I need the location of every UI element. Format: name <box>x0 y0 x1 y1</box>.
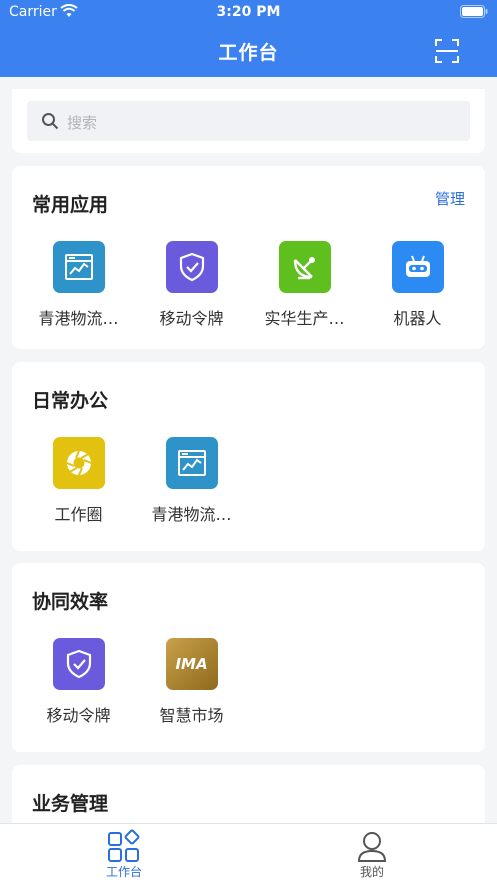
robot-icon <box>391 241 444 293</box>
status-time: 3:20 PM <box>216 4 281 20</box>
aperture-icon <box>52 437 105 489</box>
person-icon <box>357 832 387 862</box>
chart-window-icon <box>165 437 218 489</box>
search-icon <box>42 113 59 130</box>
section-common-apps: 常用应用 管理 青港物流… 移动令牌 实华生产… 机器人 <box>12 166 485 349</box>
app-header: Carrier 3:20 PM 工作台 <box>0 0 497 77</box>
app-qinggang-logistics[interactable]: 青港物流… <box>135 437 248 525</box>
ima-logo-icon: IMA <box>165 638 218 690</box>
tab-label: 工作台 <box>105 865 142 879</box>
chart-window-icon <box>52 241 105 293</box>
satellite-dish-icon <box>278 241 331 293</box>
app-label: 工作圈 <box>54 505 103 524</box>
app-qinggang-logistics[interactable]: 青港物流… <box>22 241 135 329</box>
tab-workbench[interactable]: 工作台 <box>0 824 248 883</box>
search-input[interactable]: 搜索 <box>27 101 470 141</box>
tab-label: 我的 <box>359 865 384 879</box>
app-work-circle[interactable]: 工作圈 <box>22 437 135 525</box>
manage-button[interactable]: 管理 <box>435 188 465 209</box>
app-robot[interactable]: 机器人 <box>361 241 474 329</box>
section-title: 业务管理 <box>32 793 109 815</box>
app-label: 青港物流… <box>151 505 232 524</box>
section-daily-office: 日常办公 工作圈 青港物流… <box>12 362 485 551</box>
scan-icon[interactable] <box>434 38 460 64</box>
section-title: 常用应用 <box>32 194 109 216</box>
search-card: 搜索 <box>12 89 485 153</box>
battery-icon <box>460 5 488 18</box>
shield-check-icon <box>52 638 105 690</box>
section-title: 日常办公 <box>32 390 109 412</box>
search-placeholder: 搜索 <box>67 114 98 132</box>
app-label: 移动令牌 <box>159 309 224 328</box>
app-label: 青港物流… <box>38 309 119 328</box>
ima-logo-text: IMA <box>175 655 208 673</box>
tab-mine[interactable]: 我的 <box>248 824 496 883</box>
app-shihua-production[interactable]: 实华生产… <box>248 241 361 329</box>
section-collaboration: 协同效率 移动令牌 IMA 智慧市场 <box>12 563 485 752</box>
grid-diamond-icon <box>108 829 140 862</box>
app-label: 智慧市场 <box>159 706 224 725</box>
section-title: 协同效率 <box>32 591 109 613</box>
app-label: 移动令牌 <box>46 706 111 725</box>
section-business-management: 业务管理 <box>12 765 485 823</box>
status-bar: Carrier 3:20 PM <box>0 0 497 26</box>
app-mobile-token[interactable]: 移动令牌 <box>135 241 248 329</box>
app-label: 机器人 <box>393 309 442 328</box>
app-smart-market[interactable]: IMA 智慧市场 <box>135 638 248 726</box>
page-title: 工作台 <box>218 42 279 64</box>
app-mobile-token[interactable]: 移动令牌 <box>22 638 135 726</box>
bottom-tab-bar: 工作台 我的 <box>0 823 497 883</box>
workbench-content[interactable]: 搜索 常用应用 管理 青港物流… 移动令牌 实华生产… 机器人 日常办公 工作圈… <box>0 77 497 823</box>
app-label: 实华生产… <box>264 309 345 328</box>
shield-check-icon <box>165 241 218 293</box>
